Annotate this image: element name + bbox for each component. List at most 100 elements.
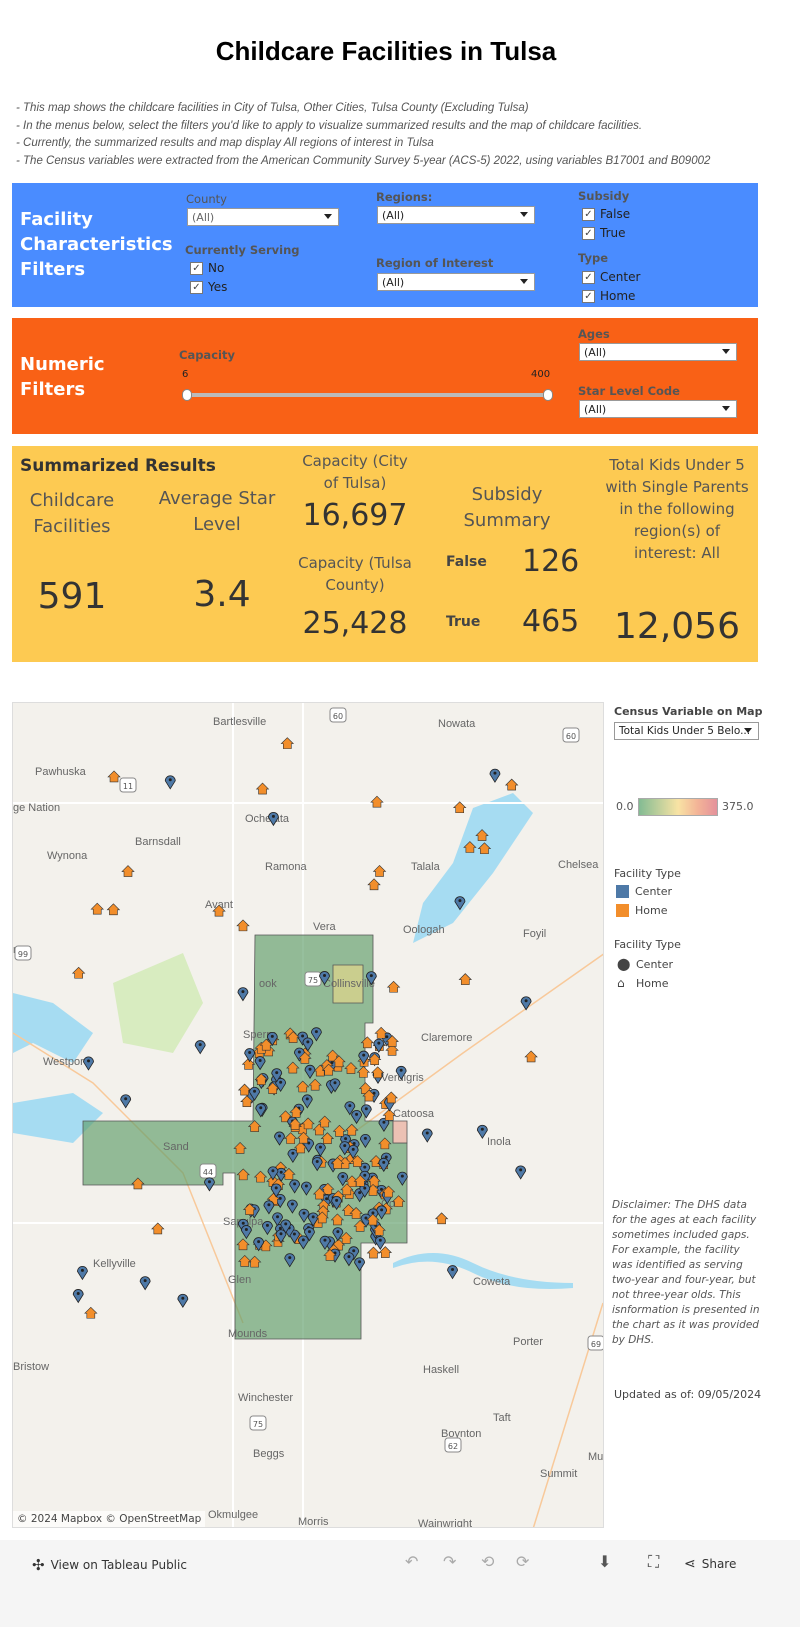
- checkbox-yes[interactable]: ✓ Yes: [190, 280, 227, 294]
- home-marker[interactable]: [237, 1083, 252, 1096]
- home-marker[interactable]: [90, 902, 104, 915]
- center-marker[interactable]: [421, 1128, 433, 1143]
- town-label: Porter: [513, 1336, 543, 1348]
- home-marker[interactable]: [367, 878, 381, 891]
- center-marker[interactable]: [120, 1094, 132, 1109]
- county-dropdown[interactable]: (All): [187, 208, 339, 226]
- capacity-county-value: 25,428: [302, 606, 408, 641]
- center-marker[interactable]: [520, 996, 532, 1011]
- town-label: Bristow: [13, 1361, 49, 1373]
- legend-item-home-shape[interactable]: ⌂ Home: [617, 976, 668, 990]
- download-icon[interactable]: ⬇: [598, 1552, 611, 1571]
- undo-icon[interactable]: ↶: [405, 1552, 418, 1571]
- home-marker[interactable]: [524, 1050, 538, 1063]
- highway-shield-icon: 69: [587, 1335, 603, 1351]
- home-marker[interactable]: [84, 1306, 98, 1319]
- fullscreen-icon[interactable]: ⛶: [648, 1552, 659, 1572]
- town-label: Haskell: [423, 1364, 459, 1376]
- town-label: Winchester: [238, 1392, 293, 1404]
- home-marker[interactable]: [121, 865, 135, 877]
- home-marker[interactable]: [384, 1091, 398, 1104]
- facility-map[interactable]: Bartlesville Nowata Pawhuska ge Nation Ochel…: [12, 702, 604, 1528]
- share-button[interactable]: ⋖ Share: [684, 1556, 736, 1572]
- census-variable-dropdown[interactable]: Total Kids Under 5 Belo...: [614, 722, 759, 740]
- svg-text:62: 62: [448, 1442, 458, 1451]
- town-label: Oologah: [403, 924, 445, 936]
- checkbox-center[interactable]: ✓ Center: [582, 270, 640, 284]
- capacity-slider-track[interactable]: [187, 393, 549, 397]
- lake: [13, 993, 93, 1063]
- center-marker[interactable]: [244, 1048, 256, 1063]
- home-marker[interactable]: [255, 782, 270, 795]
- home-marker[interactable]: [107, 770, 121, 783]
- home-marker[interactable]: [386, 980, 401, 993]
- map-canvas[interactable]: Bartlesville Nowata Pawhuska ge Nation Ochel…: [13, 703, 604, 1528]
- home-marker[interactable]: [374, 1026, 388, 1039]
- check-icon: ✓: [582, 226, 595, 240]
- center-marker[interactable]: [515, 1165, 527, 1180]
- title-line: Filters: [20, 379, 86, 400]
- center-marker[interactable]: [237, 987, 249, 1002]
- capacity-slider-min-handle[interactable]: [182, 389, 192, 401]
- checkbox-no[interactable]: ✓ No: [190, 261, 224, 275]
- home-marker[interactable]: [366, 1246, 381, 1259]
- census-variable-label: Census Variable on Map: [614, 705, 763, 718]
- checkbox-home[interactable]: ✓ Home: [582, 289, 635, 303]
- view-on-tableau-button[interactable]: ✣ View on Tableau Public: [32, 1556, 187, 1574]
- home-marker[interactable]: [236, 919, 250, 932]
- center-marker[interactable]: [164, 775, 176, 790]
- legend-item-home[interactable]: Home: [616, 904, 667, 917]
- ages-dropdown[interactable]: (All): [579, 343, 737, 361]
- center-marker[interactable]: [489, 768, 501, 783]
- center-marker[interactable]: [72, 1289, 84, 1304]
- town-label: Sand: [163, 1141, 189, 1153]
- checkbox-false[interactable]: ✓ False: [582, 207, 630, 221]
- center-marker[interactable]: [77, 1266, 88, 1281]
- home-marker[interactable]: [504, 778, 519, 791]
- town-label: Mu: [588, 1451, 603, 1463]
- home-marker[interactable]: [370, 1066, 385, 1079]
- region-of-interest-dropdown[interactable]: (All): [377, 273, 535, 291]
- chevron-down-icon: [744, 728, 752, 733]
- center-marker[interactable]: [204, 1177, 215, 1192]
- home-marker[interactable]: [370, 795, 384, 808]
- center-marker[interactable]: [177, 1293, 189, 1308]
- center-marker[interactable]: [476, 1124, 488, 1139]
- button-label: Share: [701, 1557, 737, 1571]
- home-marker[interactable]: [151, 1222, 165, 1235]
- center-marker[interactable]: [447, 1265, 458, 1280]
- capacity-slider-max-handle[interactable]: [543, 389, 553, 401]
- center-marker[interactable]: [374, 1235, 386, 1251]
- svg-text:99: 99: [18, 950, 28, 959]
- subsidy-true-value: 465: [522, 604, 580, 639]
- highway-shield-icon: 60: [329, 707, 347, 723]
- town-label: Vera: [313, 921, 337, 933]
- capacity-min: 6: [182, 369, 189, 380]
- legend-label: Home: [635, 904, 668, 917]
- town-label: Morris: [298, 1516, 329, 1528]
- revert-icon[interactable]: ⟲: [481, 1552, 494, 1571]
- dropdown-value: (All): [584, 346, 607, 359]
- region-of-interest-label: Region of Interest: [376, 256, 494, 270]
- town-label: Talala: [411, 861, 441, 873]
- home-marker[interactable]: [280, 737, 295, 749]
- regions-dropdown[interactable]: (All): [377, 206, 535, 224]
- home-marker[interactable]: [106, 903, 121, 916]
- check-icon: ✓: [582, 289, 595, 303]
- center-marker[interactable]: [194, 1040, 206, 1055]
- legend-item-center-shape[interactable]: ⬤ Center: [617, 957, 673, 971]
- checkbox-true[interactable]: ✓ True: [582, 226, 626, 240]
- checkbox-label: Home: [600, 289, 636, 303]
- legend-item-center[interactable]: Center: [616, 885, 672, 898]
- town-label: Beggs: [253, 1448, 285, 1460]
- home-marker[interactable]: [71, 966, 86, 979]
- home-marker[interactable]: [458, 973, 472, 985]
- center-marker[interactable]: [139, 1276, 151, 1291]
- home-marker[interactable]: [372, 865, 387, 877]
- home-marker[interactable]: [434, 1212, 449, 1225]
- star-level-dropdown[interactable]: (All): [579, 400, 737, 418]
- chevron-down-icon: [722, 349, 730, 354]
- redo-icon[interactable]: ↷: [443, 1552, 456, 1571]
- dropdown-value: (All): [382, 276, 405, 289]
- refresh-icon[interactable]: ⟳: [516, 1552, 529, 1571]
